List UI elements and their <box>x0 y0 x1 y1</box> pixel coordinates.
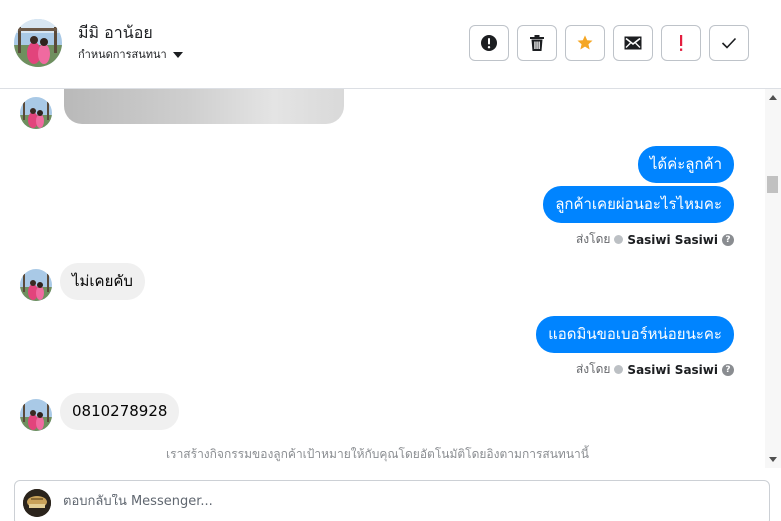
envelope-icon <box>624 36 642 50</box>
thread-scrollbar[interactable] <box>765 89 781 468</box>
follow-up-button[interactable] <box>661 25 701 61</box>
agent-status-icon <box>614 235 624 244</box>
sent-by-label: ส่งโดย <box>575 362 611 376</box>
scroll-thumb[interactable] <box>767 176 778 193</box>
assign-label: กำหนดการสนทนา <box>78 48 167 61</box>
mark-spam-button[interactable] <box>469 25 509 61</box>
agent-status-icon <box>614 365 624 374</box>
incoming-message: ไม่เคยคับ <box>60 263 145 300</box>
outgoing-message: ได้ค่ะลูกค้า <box>637 146 734 183</box>
system-note: เราสร้างกิจกรรมของลูกค้าเป้าหมายให้กับคุ… <box>166 447 589 461</box>
outgoing-message: แอดมินขอเบอร์หน่อยนะคะ <box>536 316 734 353</box>
trash-icon <box>530 35 544 51</box>
page-avatar <box>23 489 51 517</box>
agent-name: Sasiwi Sasiwi <box>627 362 718 377</box>
mark-unread-button[interactable] <box>613 25 653 61</box>
exclamation-icon <box>680 35 683 51</box>
contact-avatar-small <box>20 399 52 431</box>
reply-composer <box>14 480 770 521</box>
scroll-up-arrow-icon[interactable] <box>769 95 777 100</box>
contact-avatar-small <box>20 97 52 129</box>
help-icon[interactable]: ? <box>722 233 734 246</box>
alert-circle-icon <box>481 35 497 51</box>
star-icon <box>577 35 593 50</box>
contact-avatar-small <box>20 269 52 301</box>
incoming-message: 0810278928 <box>60 393 180 430</box>
scroll-down-arrow-icon[interactable] <box>769 457 777 462</box>
reply-input[interactable] <box>63 494 753 509</box>
assign-conversation-dropdown[interactable]: กำหนดการสนทนา <box>78 45 183 63</box>
agent-name: Sasiwi Sasiwi <box>627 232 718 247</box>
contact-avatar[interactable] <box>14 19 62 67</box>
outgoing-message: ลูกค้าเคยผ่อนอะไรไหมคะ <box>543 186 734 223</box>
mark-done-button[interactable] <box>709 25 749 61</box>
photo-message[interactable] <box>64 89 344 124</box>
message-thread[interactable]: ได้ค่ะลูกค้า ลูกค้าเคยผ่อนอะไรไหมคะ ส่งโ… <box>0 89 765 468</box>
sent-by-label: ส่งโดย <box>575 232 611 246</box>
star-button[interactable] <box>565 25 605 61</box>
conversation-header: มีมิ อาน้อย กำหนดการสนทนา <box>0 0 781 89</box>
caret-down-icon <box>172 51 183 58</box>
help-icon[interactable]: ? <box>722 363 734 376</box>
contact-name[interactable]: มีมิ อาน้อย <box>78 21 153 46</box>
delete-button[interactable] <box>517 25 557 61</box>
sent-by-row: ส่งโดย Sasiwi Sasiwi ? <box>576 230 734 249</box>
sent-by-row: ส่งโดย Sasiwi Sasiwi ? <box>576 360 734 379</box>
check-icon <box>721 37 737 49</box>
